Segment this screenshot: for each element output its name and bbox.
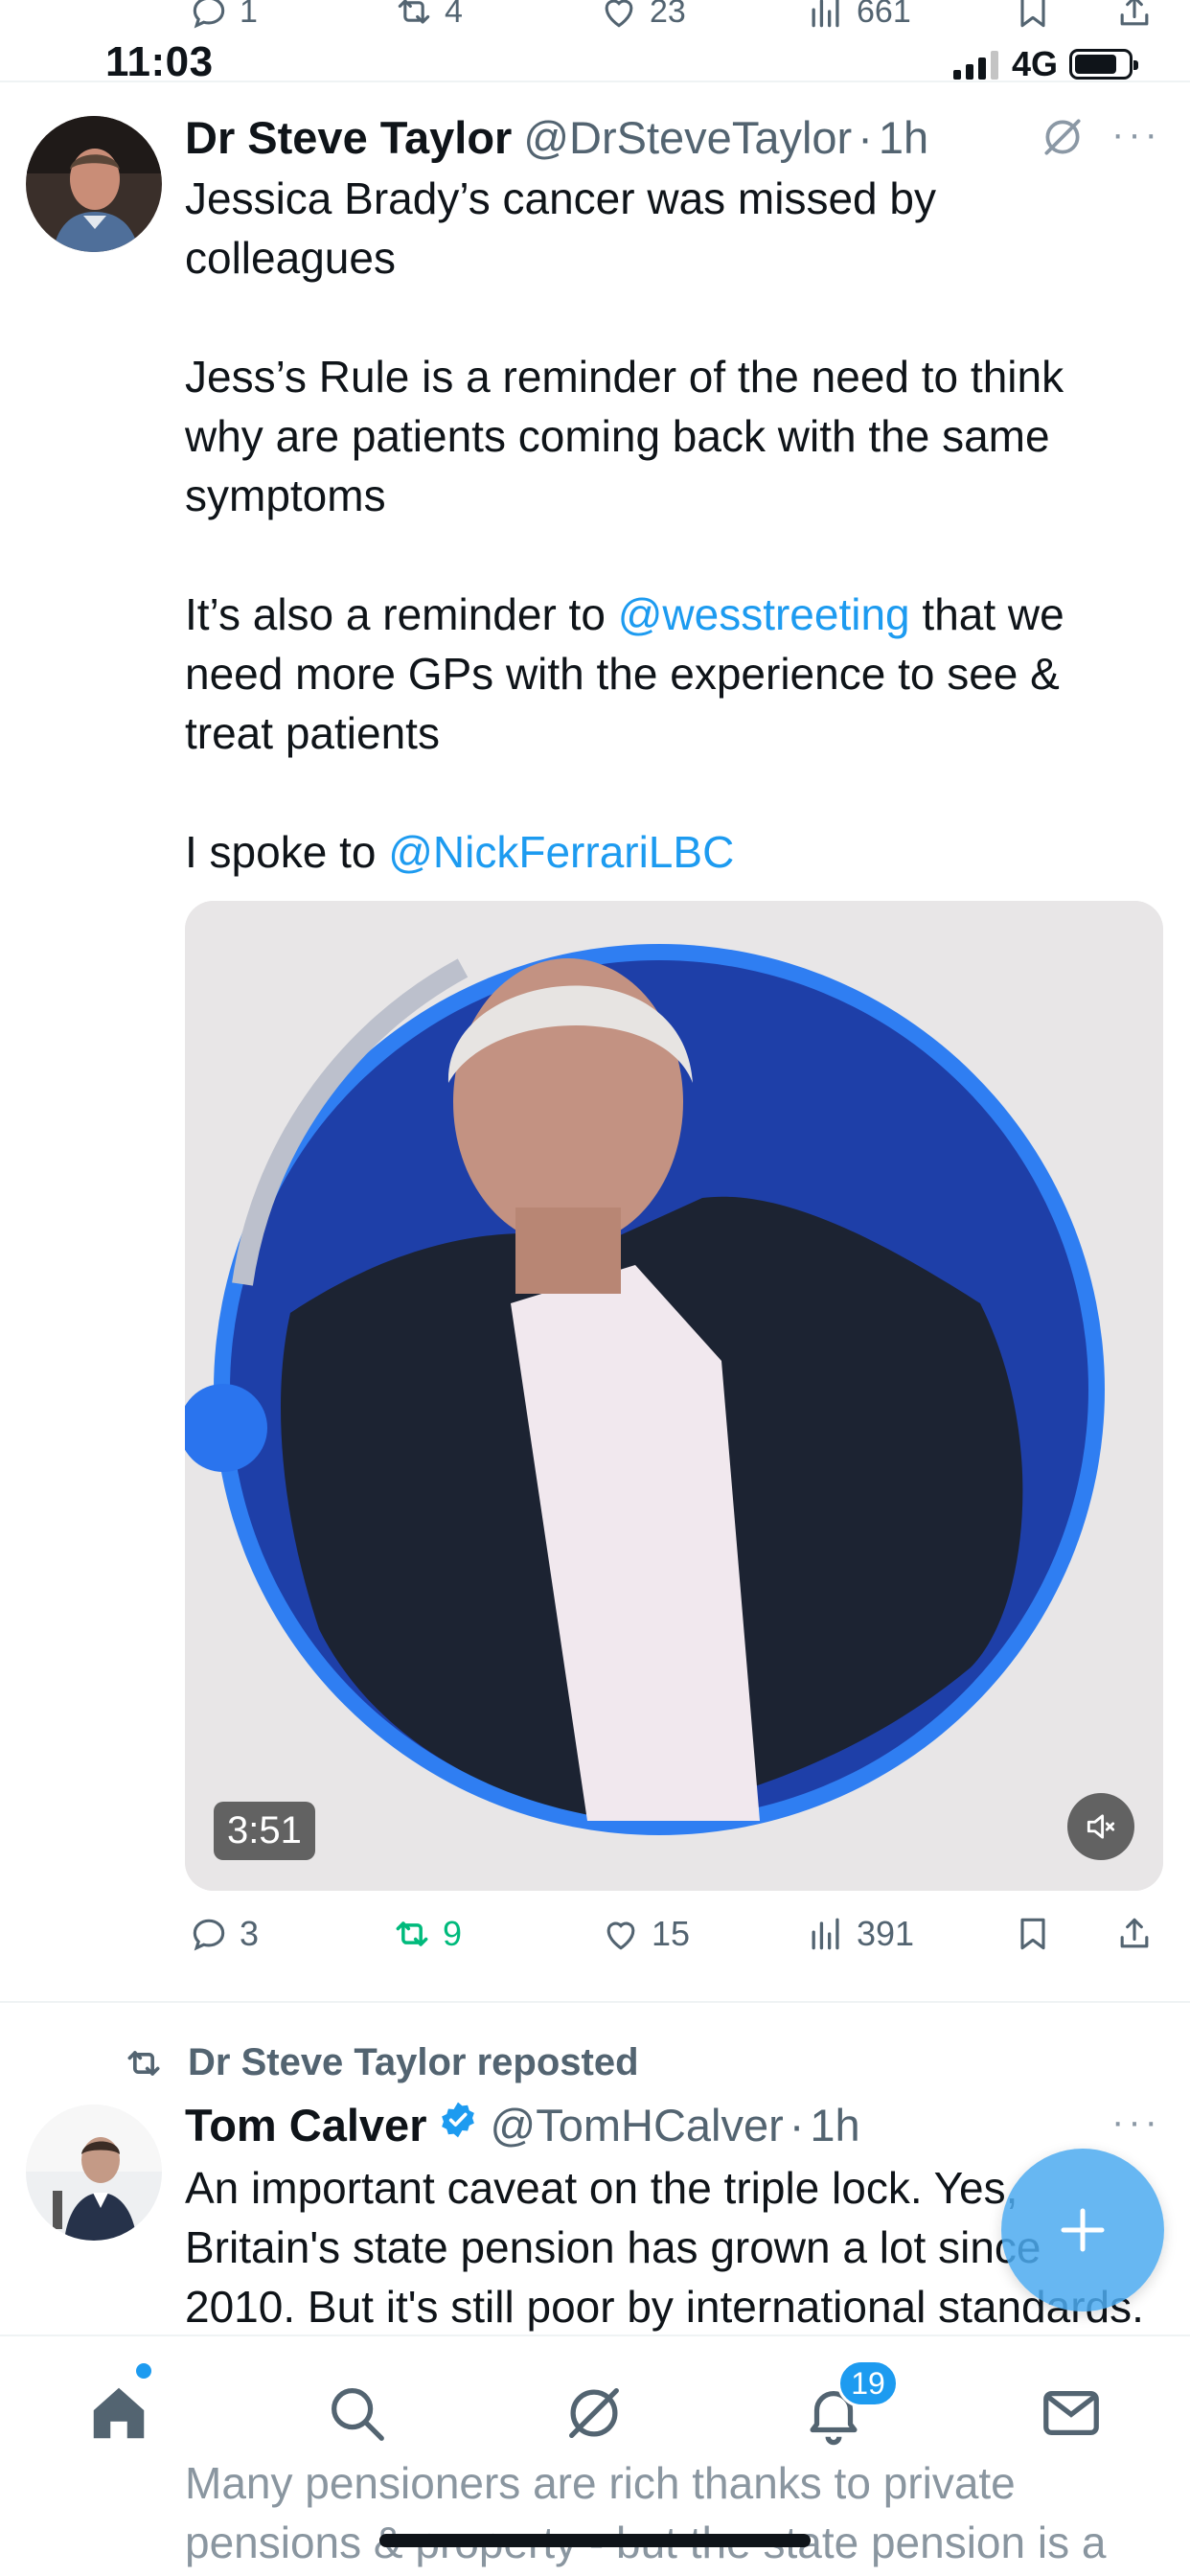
tweet-paragraph: Jess’s Rule is a reminder of the need to… (185, 352, 1064, 520)
tab-grok[interactable] (556, 2375, 632, 2451)
grok-button[interactable] (1039, 113, 1087, 166)
share-button[interactable] (1113, 0, 1156, 33)
tweet-actions: 3 9 15 391 (0, 1913, 1190, 1970)
avatar-photo (26, 2104, 162, 2241)
tweet-video[interactable]: 3:51 (185, 901, 1163, 1891)
repost-button[interactable]: 9 (391, 1913, 462, 1955)
tab-search[interactable] (318, 2375, 395, 2451)
search-icon (332, 2388, 384, 2441)
like-count: 15 (652, 1914, 691, 1953)
repost-button[interactable]: 4 (393, 0, 463, 33)
author-handle[interactable]: @DrSteveTaylor (523, 111, 852, 164)
grok-icon (1044, 119, 1081, 155)
separator-dot: · (858, 112, 873, 163)
grok-icon (569, 2388, 619, 2438)
mention-link[interactable]: @wesstreeting (618, 589, 910, 639)
author-avatar[interactable] (26, 116, 162, 252)
heart-icon (606, 1921, 635, 1950)
views-count: 661 (857, 0, 911, 30)
views-button[interactable]: 661 (805, 0, 911, 33)
video-duration: 3:51 (214, 1802, 315, 1860)
bookmark-button[interactable] (1012, 0, 1054, 33)
repost-tweet-header: Tom Calver @TomHCalver · 1h (185, 2099, 860, 2151)
reply-button[interactable]: 1 (188, 0, 258, 33)
separator-dot: · (789, 2100, 805, 2150)
repost-attribution[interactable]: Dr Steve Taylor reposted (123, 2041, 639, 2084)
tweet-header: Dr Steve Taylor @DrSteveTaylor · 1h (185, 111, 928, 164)
like-button[interactable]: 15 (600, 1913, 690, 1955)
cellular-signal-icon (952, 49, 998, 80)
text-segment: I spoke to (185, 827, 389, 877)
divider (0, 2001, 1190, 2003)
bookmark-icon (1020, 1918, 1045, 1950)
mention-link[interactable]: @NickFerrariLBC (388, 827, 734, 877)
video-thumbnail (185, 901, 1163, 1891)
like-count: 23 (650, 0, 686, 30)
avatar-photo (26, 116, 162, 252)
heart-icon (605, 0, 633, 28)
bookmark-button[interactable] (1012, 1913, 1054, 1955)
network-type: 4G (1011, 44, 1058, 83)
author-handle[interactable]: @TomHCalver (491, 2099, 784, 2151)
author-name[interactable]: Dr Steve Taylor (185, 111, 512, 164)
share-icon (1120, 0, 1149, 26)
muted-speaker-icon (1087, 1814, 1115, 1839)
tab-home[interactable] (80, 2375, 157, 2451)
repost-tweet-text-continued: Many pensioners are rich thanks to priva… (185, 2458, 1107, 2567)
repost-count: 9 (443, 1914, 463, 1953)
repost-icon (398, 0, 430, 24)
verified-badge-icon (441, 2102, 474, 2138)
status-time: 11:03 (105, 38, 214, 85)
reply-button[interactable]: 3 (188, 1913, 259, 1955)
battery-icon (1069, 49, 1138, 80)
author-avatar[interactable] (26, 2104, 162, 2241)
share-icon (1120, 1918, 1149, 1948)
share-button[interactable] (1113, 1913, 1156, 1955)
previous-tweet-actions: 1 4 23 661 (0, 0, 1190, 42)
home-unread-dot (136, 2363, 151, 2379)
reply-count: 3 (240, 1914, 260, 1953)
repost-label: Dr Steve Taylor reposted (188, 2041, 639, 2083)
notifications-badge: 19 (837, 2359, 899, 2407)
author-name[interactable]: Tom Calver (185, 2099, 427, 2151)
home-indicator[interactable] (379, 2534, 811, 2547)
repost-icon (127, 2050, 160, 2076)
divider (0, 80, 1190, 82)
tweet-paragraph: It’s also a reminder to @wesstreeting th… (185, 585, 1143, 763)
mute-button[interactable] (1067, 1793, 1134, 1860)
more-options-button[interactable]: ··· (1111, 113, 1161, 156)
reply-count: 1 (240, 0, 258, 30)
tab-messages[interactable] (1033, 2375, 1110, 2451)
tweet-time[interactable]: 1h (810, 2099, 859, 2151)
text-segment: It’s also a reminder to (185, 589, 618, 639)
repost-count: 4 (445, 0, 463, 30)
views-button[interactable]: 391 (805, 1913, 914, 1955)
tweet-text: Jessica Brady’s cancer was missed by col… (185, 169, 1143, 882)
status-bar: 11:03 4G (0, 38, 1190, 86)
status-indicators: 4G (952, 44, 1138, 84)
tweet-paragraph: Jessica Brady’s cancer was missed by col… (185, 173, 936, 283)
tweet-time[interactable]: 1h (879, 111, 928, 164)
views-icon (812, 1918, 839, 1950)
tweet-paragraph: I spoke to @NickFerrariLBC (185, 822, 1143, 882)
mail-icon (1043, 2390, 1099, 2436)
bookmark-icon (1020, 0, 1045, 28)
like-button[interactable]: 23 (598, 0, 686, 33)
reply-icon (193, 0, 225, 29)
views-icon (812, 0, 839, 28)
more-options-button[interactable]: ··· (1111, 2101, 1161, 2144)
home-icon (93, 2387, 145, 2439)
plus-icon (1061, 2208, 1105, 2252)
reply-icon (193, 1919, 225, 1951)
compose-button[interactable] (1001, 2149, 1164, 2312)
repost-icon (396, 1921, 428, 1946)
views-count: 391 (857, 1914, 915, 1953)
